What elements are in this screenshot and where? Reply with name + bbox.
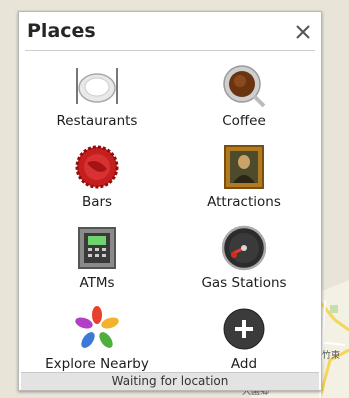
place-label: Add	[230, 356, 258, 372]
dialog-header: Places	[19, 12, 321, 50]
place-add[interactable]: Add	[169, 303, 319, 383]
place-label: Bars	[81, 194, 113, 210]
place-restaurants[interactable]: Restaurants	[22, 60, 172, 140]
place-attractions[interactable]: Attractions	[169, 141, 319, 221]
place-label: Coffee	[222, 113, 266, 129]
map-label-1: 竹東	[322, 349, 340, 361]
plus-circle-icon	[223, 308, 265, 350]
painting-icon	[224, 145, 264, 189]
places-dialog: Places Restaurants Coffee Bars Attractio…	[18, 11, 322, 391]
place-gas-stations[interactable]: Gas Stations	[169, 222, 319, 302]
place-atms[interactable]: ATMs	[22, 222, 172, 302]
place-label: Gas Stations	[201, 275, 287, 291]
place-label: Explore Nearby	[45, 356, 149, 372]
plate-icon	[76, 68, 118, 104]
location-status-bar: Waiting for location	[21, 372, 319, 390]
dialog-title: Places	[27, 20, 96, 42]
place-coffee[interactable]: Coffee	[169, 60, 319, 140]
place-bars[interactable]: Bars	[22, 141, 172, 221]
close-icon[interactable]	[293, 22, 313, 42]
place-label: Attractions	[207, 194, 281, 210]
fuel-gauge-icon	[221, 225, 267, 271]
header-divider	[25, 50, 315, 51]
place-explore-nearby[interactable]: Explore Nearby	[22, 303, 172, 383]
flower-icon	[75, 306, 119, 348]
bottle-cap-icon	[75, 145, 119, 189]
place-label: Restaurants	[56, 113, 138, 129]
coffee-cup-icon	[223, 65, 266, 108]
place-label: ATMs	[79, 275, 115, 291]
atm-icon	[78, 227, 116, 269]
